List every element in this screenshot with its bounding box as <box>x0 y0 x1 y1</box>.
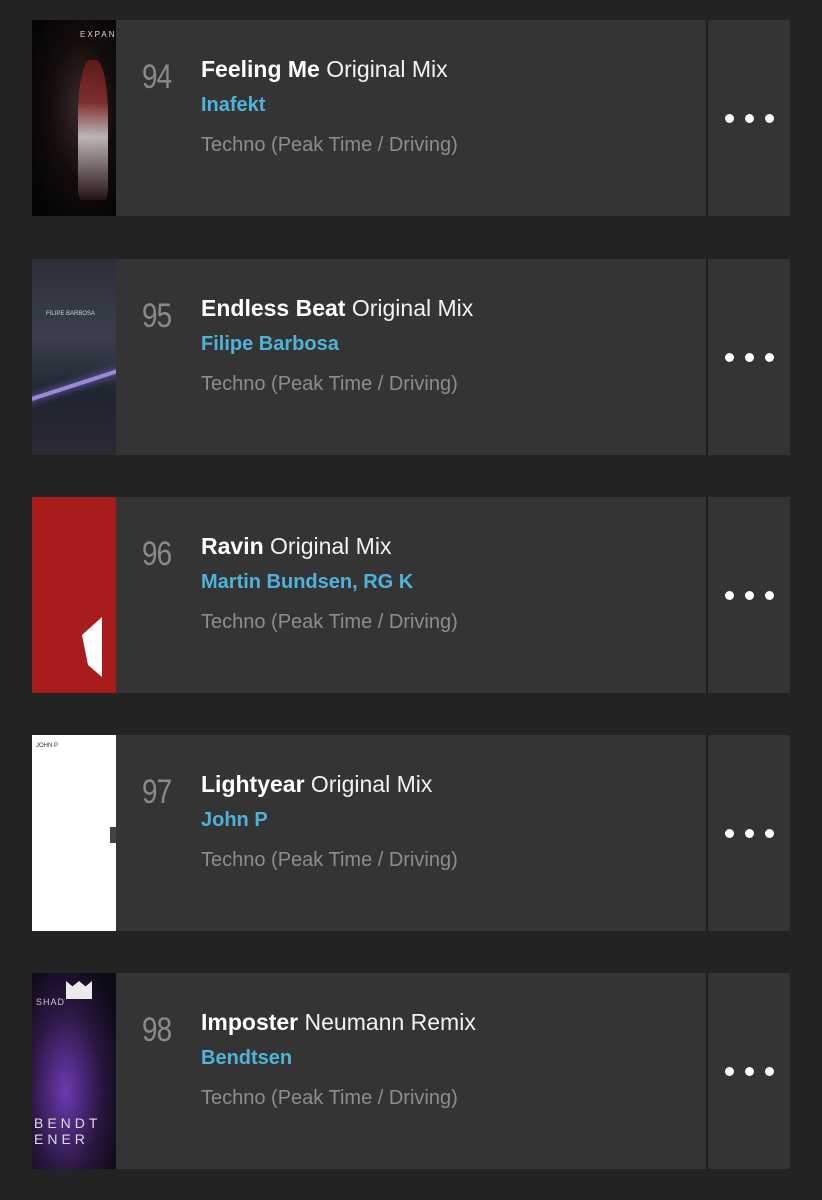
track-genre-link[interactable]: Techno (Peak Time / Driving) <box>201 373 458 396</box>
more-dots-icon <box>724 113 734 123</box>
track-genre-link[interactable]: Techno (Peak Time / Driving) <box>201 1087 458 1110</box>
more-options-button[interactable] <box>708 497 790 693</box>
track-info: 95 Endless Beat Original Mix Filipe Barb… <box>116 259 706 455</box>
track-info: 96 Ravin Original Mix Martin Bundsen, RG… <box>116 497 706 693</box>
more-dots-icon <box>744 590 754 600</box>
artwork-text: BENDT ENER <box>34 1115 102 1147</box>
more-dots-icon <box>764 113 774 123</box>
track-mix: Original Mix <box>351 295 474 321</box>
track-row: EXPANS 94 Feeling Me Original Mix Inafek… <box>32 20 790 216</box>
track-rank: 97 <box>142 773 172 811</box>
track-mix: Original Mix <box>310 771 433 797</box>
more-dots-icon <box>744 828 754 838</box>
track-row: FILIPE BARBOSA 95 Endless Beat Original … <box>32 259 790 455</box>
track-mix: Original Mix <box>270 533 392 559</box>
track-title[interactable]: Endless Beat <box>201 295 345 321</box>
more-dots-icon <box>724 828 734 838</box>
track-artist-link[interactable]: John P <box>201 809 268 832</box>
more-dots-icon <box>764 1066 774 1076</box>
track-rank: 94 <box>142 58 172 96</box>
track-title-line[interactable]: Lightyear Original Mix <box>201 771 432 798</box>
more-dots-icon <box>744 113 754 123</box>
track-title-line[interactable]: Imposter Neumann Remix <box>201 1009 476 1036</box>
track-artist-link[interactable]: Filipe Barbosa <box>201 333 339 356</box>
track-title[interactable]: Imposter <box>201 1009 298 1035</box>
track-genre-link[interactable]: Techno (Peak Time / Driving) <box>201 134 458 157</box>
track-genre-link[interactable]: Techno (Peak Time / Driving) <box>201 849 458 872</box>
artwork-logo <box>66 981 92 999</box>
track-rank: 95 <box>142 297 172 335</box>
album-artwork[interactable] <box>32 497 116 693</box>
track-title-line[interactable]: Ravin Original Mix <box>201 533 391 560</box>
track-rank: 96 <box>142 535 172 573</box>
more-dots-icon <box>764 590 774 600</box>
track-info: 94 Feeling Me Original Mix Inafekt Techn… <box>116 20 706 216</box>
more-dots-icon <box>764 828 774 838</box>
more-dots-icon <box>744 352 754 362</box>
track-title[interactable]: Feeling Me <box>201 56 320 82</box>
artwork-light-beam <box>32 359 116 403</box>
more-options-button[interactable] <box>708 259 790 455</box>
track-list: EXPANS 94 Feeling Me Original Mix Inafek… <box>0 0 822 1200</box>
artwork-text: EXPANS <box>80 30 116 39</box>
track-artist-link[interactable]: Inafekt <box>201 94 265 117</box>
album-artwork[interactable]: EXPANS <box>32 20 116 216</box>
more-dots-icon <box>724 1066 734 1076</box>
artwork-shape <box>82 617 102 677</box>
more-dots-icon <box>764 352 774 362</box>
album-artwork[interactable]: SHAD BENDT ENER <box>32 973 116 1169</box>
more-dots-icon <box>744 1066 754 1076</box>
track-row: SHAD BENDT ENER 98 Imposter Neumann Remi… <box>32 973 790 1169</box>
artwork-text-small: SHAD <box>36 997 66 1007</box>
album-artwork[interactable]: JOHN P <box>32 735 116 931</box>
track-title[interactable]: Lightyear <box>201 771 305 797</box>
album-artwork[interactable]: FILIPE BARBOSA <box>32 259 116 455</box>
more-options-button[interactable] <box>708 20 790 216</box>
track-artist-link[interactable]: Martin Bundsen, RG K <box>201 571 413 594</box>
track-info: 97 Lightyear Original Mix John P Techno … <box>116 735 706 931</box>
track-artist-link[interactable]: Bendtsen <box>201 1047 292 1070</box>
more-options-button[interactable] <box>708 973 790 1169</box>
track-title-line[interactable]: Feeling Me Original Mix <box>201 56 448 83</box>
track-mix: Original Mix <box>326 56 448 82</box>
track-mix: Neumann Remix <box>304 1009 476 1035</box>
track-genre-link[interactable]: Techno (Peak Time / Driving) <box>201 611 458 634</box>
track-row: 96 Ravin Original Mix Martin Bundsen, RG… <box>32 497 790 693</box>
more-dots-icon <box>724 352 734 362</box>
track-info: 98 Imposter Neumann Remix Bendtsen Techn… <box>116 973 706 1169</box>
artwork-text: JOHN P <box>36 743 59 749</box>
more-options-button[interactable] <box>708 735 790 931</box>
track-title-line[interactable]: Endless Beat Original Mix <box>201 295 473 322</box>
track-rank: 98 <box>142 1011 172 1049</box>
artwork-text: FILIPE BARBOSA <box>46 311 96 317</box>
track-row: JOHN P 97 Lightyear Original Mix John P … <box>32 735 790 931</box>
artwork-figure <box>78 60 108 200</box>
track-title[interactable]: Ravin <box>201 533 264 559</box>
more-dots-icon <box>724 590 734 600</box>
